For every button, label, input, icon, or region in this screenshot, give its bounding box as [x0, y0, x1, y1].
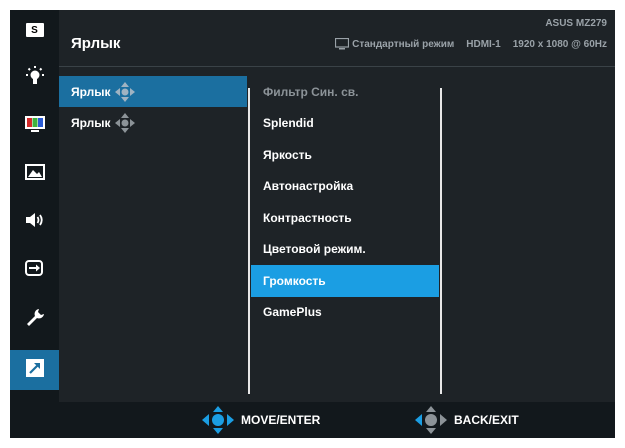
option-gameplus[interactable]: GamePlus	[251, 297, 439, 329]
color-icon	[24, 115, 45, 137]
back-exit-joystick-icon	[414, 405, 448, 435]
splendid-s-icon: S	[25, 23, 44, 37]
option-blue-light-filter[interactable]: Фильтр Син. св.	[251, 76, 439, 108]
current-input: HDMI-1	[466, 38, 501, 50]
page-title: Ярлык	[71, 35, 121, 52]
image-icon	[24, 163, 45, 185]
hint-back-exit: BACK/EXIT	[414, 402, 519, 438]
sidebar-item-blue-light[interactable]	[10, 58, 59, 98]
input-select-icon	[24, 259, 45, 282]
four-way-arrow-icon	[114, 81, 136, 103]
options-list: Фильтр Син. св. Splendid Яркость Автонас…	[251, 76, 439, 328]
option-splendid[interactable]: Splendid	[251, 108, 439, 140]
current-resolution: 1920 x 1080 @ 60Hz	[512, 38, 607, 50]
option-contrast[interactable]: Контрастность	[251, 202, 439, 234]
move-enter-joystick-icon	[201, 405, 235, 435]
option-color-mode[interactable]: Цветовой режим.	[251, 234, 439, 266]
option-auto-adjust[interactable]: Автонастройка	[251, 171, 439, 203]
option-brightness[interactable]: Яркость	[251, 139, 439, 171]
blue-light-filter-icon	[24, 65, 46, 92]
submenu-item-shortcut-2[interactable]: Ярлык	[59, 107, 247, 138]
monitor-icon	[335, 38, 350, 50]
sidebar-item-input[interactable]	[10, 250, 59, 290]
current-mode: Стандартный режим	[352, 38, 455, 50]
submenu-list: Ярлык Ярлык	[59, 76, 247, 138]
hint-back-exit-label: BACK/EXIT	[454, 413, 519, 427]
status-bar: Стандартный режим HDMI-1 1920 x 1080 @ 6…	[335, 38, 607, 50]
hint-move-enter: MOVE/ENTER	[201, 402, 320, 438]
sidebar-item-system-setup[interactable]	[10, 300, 59, 340]
submenu-item-label: Ярлык	[71, 115, 111, 130]
header-divider	[59, 66, 615, 67]
option-volume[interactable]: Громкость	[251, 265, 439, 297]
sidebar-item-shortcut[interactable]	[10, 350, 59, 390]
sidebar-item-splendid[interactable]: S	[10, 10, 59, 50]
monitor-model: ASUS MZ279	[545, 18, 607, 29]
column-divider-left	[248, 88, 250, 394]
sidebar-item-color[interactable]	[10, 106, 59, 146]
submenu-item-label: Ярлык	[71, 84, 111, 99]
sidebar-item-sound[interactable]	[10, 202, 59, 242]
sidebar-item-image[interactable]	[10, 154, 59, 194]
system-setup-wrench-icon	[25, 308, 45, 333]
submenu-item-shortcut-1[interactable]: Ярлык	[59, 76, 247, 107]
sound-icon	[25, 212, 45, 233]
four-way-arrow-icon	[114, 112, 136, 134]
sidebar: S	[10, 10, 59, 402]
shortcut-arrow-icon	[25, 358, 45, 383]
osd-menu: S Ярлык ASUS MZ279 Стандартный режим HDM…	[10, 10, 615, 438]
main-panel: Ярлык ASUS MZ279 Стандартный режим HDMI-…	[59, 10, 615, 402]
column-divider-right	[440, 88, 442, 394]
hint-move-enter-label: MOVE/ENTER	[241, 413, 321, 427]
footer: MOVE/ENTER BACK/EXIT	[10, 402, 615, 438]
